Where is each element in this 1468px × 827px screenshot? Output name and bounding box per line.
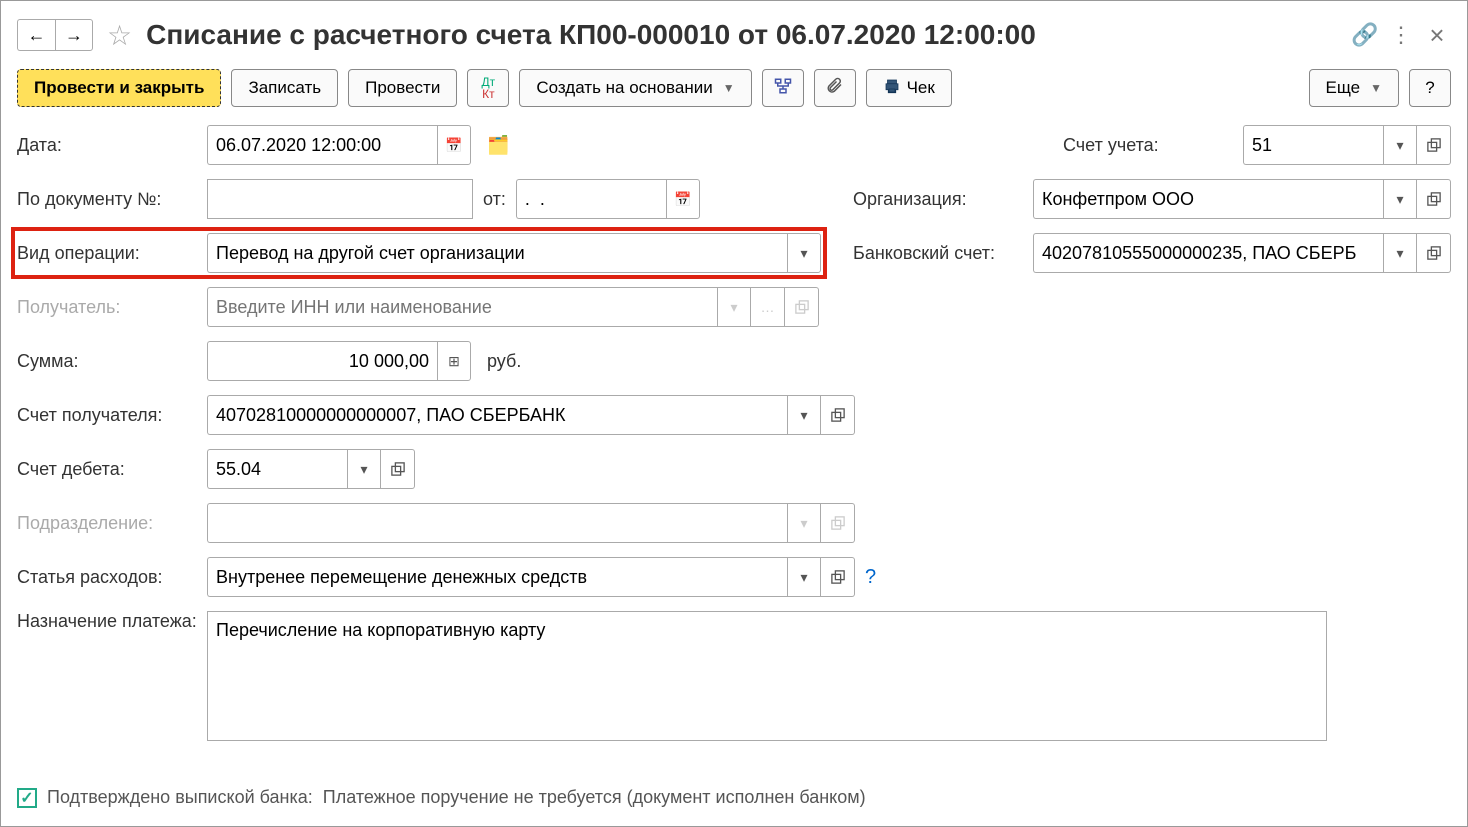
dropdown-icon[interactable]: ▾	[1383, 179, 1417, 219]
form: Дата: 📅 🗂️ Счет учета: ▾ По документу №:	[17, 125, 1451, 741]
optype-label: Вид операции:	[17, 243, 197, 264]
expense-input[interactable]	[207, 557, 787, 597]
printer-icon	[883, 77, 901, 100]
dropdown-icon: ▾	[717, 287, 751, 327]
more-button[interactable]: Еще ▼	[1309, 69, 1399, 107]
amount-input[interactable]	[207, 341, 437, 381]
bankacc-label: Банковский счет:	[853, 243, 1023, 264]
popout-icon[interactable]	[1417, 125, 1451, 165]
dtkt-icon: ДтКт	[482, 76, 496, 100]
from-date-input[interactable]	[516, 179, 666, 219]
debitacc-input[interactable]	[207, 449, 347, 489]
more-label: Еще	[1326, 78, 1361, 98]
close-icon[interactable]: ×	[1423, 21, 1451, 49]
favorite-icon[interactable]: ☆	[107, 19, 132, 52]
dropdown-icon[interactable]: ▾	[787, 395, 821, 435]
dtkt-button[interactable]: ДтКт	[467, 69, 509, 107]
create-based-label: Создать на основании	[536, 78, 712, 98]
check-label: Чек	[907, 78, 935, 98]
page-title: Списание с расчетного счета КП00-000010 …	[146, 19, 1343, 51]
popout-icon[interactable]	[381, 449, 415, 489]
post-and-close-button[interactable]: Провести и закрыть	[17, 69, 221, 107]
footer: ✓ Подтверждено выпиской банка: Платежное…	[17, 787, 1451, 808]
debitacc-label: Счет дебета:	[17, 459, 197, 480]
save-button[interactable]: Записать	[231, 69, 338, 107]
amount-label: Сумма:	[17, 351, 197, 372]
caret-down-icon: ▼	[1370, 81, 1382, 95]
popout-icon	[821, 503, 855, 543]
confirmed-checkbox[interactable]: ✓	[17, 788, 37, 808]
dropdown-icon[interactable]: ▾	[787, 557, 821, 597]
popout-icon[interactable]	[821, 395, 855, 435]
structure-button[interactable]	[762, 69, 804, 107]
ellipsis-icon: …	[751, 287, 785, 327]
from-label: от:	[483, 189, 506, 210]
confirmed-label: Подтверждено выпиской банка:	[47, 787, 313, 808]
post-button[interactable]: Провести	[348, 69, 457, 107]
kebab-menu-icon[interactable]: ⋮	[1387, 21, 1415, 49]
currency-label: руб.	[487, 351, 521, 372]
date-input[interactable]	[207, 125, 437, 165]
organization-input[interactable]	[1033, 179, 1383, 219]
back-button[interactable]: ←	[17, 19, 55, 51]
paperclip-icon	[826, 77, 844, 100]
recipientacc-label: Счет получателя:	[17, 405, 197, 426]
attachments-button[interactable]	[814, 69, 856, 107]
optype-input[interactable]	[207, 233, 787, 273]
recipient-input	[207, 287, 717, 327]
docno-label: По документу №:	[17, 189, 197, 210]
popout-icon	[785, 287, 819, 327]
check-button[interactable]: Чек	[866, 69, 952, 107]
help-link-icon[interactable]: ?	[865, 566, 876, 589]
dropdown-icon[interactable]: ▾	[1383, 233, 1417, 273]
recipientacc-input[interactable]	[207, 395, 787, 435]
department-label: Подразделение:	[17, 513, 197, 534]
purpose-label: Назначение платежа:	[17, 611, 197, 632]
confirmed-note: Платежное поручение не требуется (докуме…	[323, 787, 866, 808]
calculator-icon[interactable]: ⊞	[437, 341, 471, 381]
recipient-label: Получатель:	[17, 297, 197, 318]
organization-label: Организация:	[853, 189, 1023, 210]
toolbar: Провести и закрыть Записать Провести ДтК…	[17, 69, 1451, 107]
date-label: Дата:	[17, 135, 197, 156]
expense-label: Статья расходов:	[17, 567, 197, 588]
docno-input[interactable]	[207, 179, 473, 219]
purpose-textarea[interactable]	[207, 611, 1327, 741]
dropdown-icon[interactable]: ▾	[787, 233, 821, 273]
operation-type-highlighted: Вид операции: ▾	[13, 229, 825, 277]
document-window: ← → ☆ Списание с расчетного счета КП00-0…	[0, 0, 1468, 827]
help-button[interactable]: ?	[1409, 69, 1451, 107]
popout-icon[interactable]	[1417, 233, 1451, 273]
calendar-icon[interactable]: 📅	[666, 179, 700, 219]
dropdown-icon: ▾	[787, 503, 821, 543]
dropdown-icon[interactable]: ▾	[1383, 125, 1417, 165]
titlebar: ← → ☆ Списание с расчетного счета КП00-0…	[17, 13, 1451, 57]
calendar-icon[interactable]: 📅	[437, 125, 471, 165]
calendar-status-icon[interactable]: 🗂️	[487, 135, 509, 156]
popout-icon[interactable]	[1417, 179, 1451, 219]
account-input[interactable]	[1243, 125, 1383, 165]
nav-group: ← →	[17, 19, 93, 51]
link-icon[interactable]: 🔗	[1351, 21, 1379, 49]
caret-down-icon: ▼	[723, 81, 735, 95]
account-label: Счет учета:	[1063, 135, 1233, 156]
tree-icon	[774, 77, 792, 100]
forward-button[interactable]: →	[55, 19, 93, 51]
bankacc-input[interactable]	[1033, 233, 1383, 273]
department-input	[207, 503, 787, 543]
popout-icon[interactable]	[821, 557, 855, 597]
dropdown-icon[interactable]: ▾	[347, 449, 381, 489]
create-based-button[interactable]: Создать на основании ▼	[519, 69, 751, 107]
